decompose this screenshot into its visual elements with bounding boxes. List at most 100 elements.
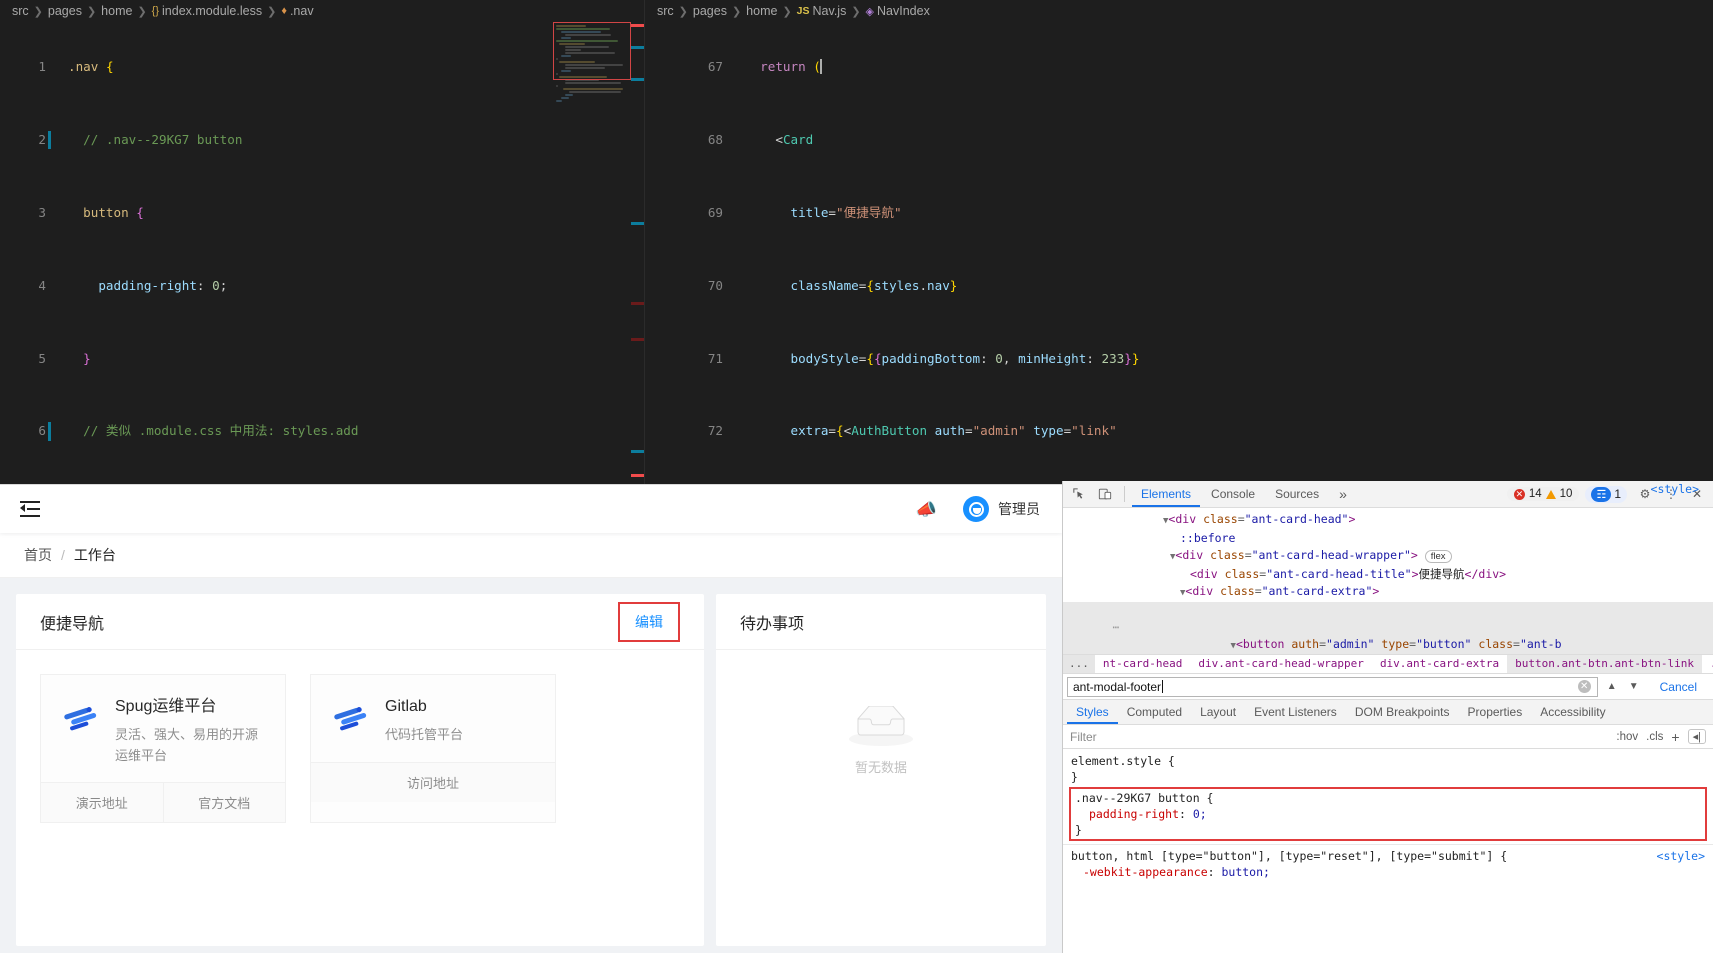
line-text[interactable]: title="便捷导航" [745, 204, 1713, 222]
dom-node-selected[interactable]: ⋯ ▼<button auth="admin" type="button" cl… [1063, 602, 1713, 654]
breadcrumb-item-symbol[interactable]: NavIndex [877, 4, 930, 18]
style-rule-element[interactable]: element.style { [1063, 753, 1713, 769]
dom-node[interactable]: ▼<div class="ant-card-head"> [1063, 511, 1713, 530]
line-text[interactable]: <Card [745, 131, 1713, 149]
gutter[interactable] [46, 277, 68, 295]
breadcrumb-item-pages[interactable]: pages [693, 4, 727, 18]
breadcrumb-overflow[interactable]: ... [1063, 655, 1095, 673]
gutter[interactable] [46, 350, 68, 368]
dom-node-pseudo[interactable]: ::before [1063, 530, 1713, 547]
search-input[interactable]: ant-modal-footer ✕ [1067, 676, 1598, 697]
nav-item-action[interactable]: 官方文档 [162, 783, 286, 823]
breadcrumb-home[interactable]: 首页 [24, 545, 52, 565]
style-source[interactable]: <style> [1657, 848, 1705, 864]
breadcrumb-item-file[interactable]: index.module.less [162, 4, 262, 18]
code-line[interactable]: 71 bodyStyle={{paddingBottom: 0, minHeig… [645, 350, 1713, 368]
code-line[interactable]: 1 .nav { [0, 58, 645, 76]
style-rule-highlighted[interactable]: .nav--29KG7 button { <style> padding-rig… [1069, 482, 1707, 841]
breadcrumb-node-card-extra[interactable]: div.ant-card-extra [1371, 655, 1508, 673]
tab-sources[interactable]: Sources [1266, 481, 1328, 507]
dom-node[interactable]: ▼<div class="ant-card-head-wrapper"> fle… [1063, 547, 1713, 566]
breadcrumb-right[interactable]: src ❯ pages ❯ home ❯ JS Nav.js ❯ ◈ NavIn… [645, 0, 1713, 22]
gutter[interactable] [46, 58, 68, 76]
styles-pane[interactable]: element.style { } .nav--29KG7 button { <… [1063, 482, 1713, 880]
find-next-icon[interactable]: ▼ [1626, 681, 1642, 692]
gutter[interactable] [723, 350, 745, 368]
gutter[interactable] [723, 277, 745, 295]
issue-counters[interactable]: ✕ 14 10 [1506, 487, 1580, 501]
breadcrumb-node-button[interactable]: button.ant-btn.ant-btn-link [1507, 655, 1702, 673]
line-text[interactable]: className={styles.nav} [745, 277, 1713, 295]
code-line[interactable]: 5 } [0, 350, 645, 368]
code-line[interactable]: 70 className={styles.nav} [645, 277, 1713, 295]
style-property[interactable]: padding-right [1089, 807, 1179, 821]
nav-item-card[interactable]: Spug运维平台 灵活、强大、易用的开源运维平台 演示地址 官方文档 [40, 674, 286, 824]
subtab-layout[interactable]: Layout [1191, 700, 1245, 724]
device-toolbar-icon[interactable] [1093, 483, 1117, 505]
cls-toggle[interactable]: .cls [1646, 731, 1663, 743]
breadcrumb-left[interactable]: src ❯ pages ❯ home ❯ {} index.module.les… [0, 0, 645, 22]
breadcrumb-item-file[interactable]: Nav.js [813, 4, 847, 18]
style-property[interactable]: -webkit-appearance [1083, 865, 1208, 879]
tab-elements[interactable]: Elements [1132, 481, 1201, 507]
edit-button[interactable]: 编辑 [626, 608, 672, 636]
avatar[interactable] [963, 496, 989, 522]
code-line[interactable]: 72 extra={<AuthButton auth="admin" type=… [645, 422, 1713, 440]
gutter[interactable] [46, 131, 68, 150]
code-line[interactable]: 67 return ( [645, 58, 1713, 76]
subtab-computed[interactable]: Computed [1118, 700, 1191, 724]
line-text[interactable]: extra={<AuthButton auth="admin" type="li… [745, 422, 1713, 440]
cancel-button[interactable]: Cancel [1648, 680, 1709, 694]
subtab-event-listeners[interactable]: Event Listeners [1245, 700, 1346, 724]
code-line[interactable]: 3 button { [0, 204, 645, 222]
subtab-dom-breakpoints[interactable]: DOM Breakpoints [1346, 700, 1459, 724]
dom-node[interactable]: <div class="ant-card-head-title">便捷导航</d… [1063, 566, 1713, 583]
style-rule-ua[interactable]: button, html [type="button"], [type="res… [1063, 844, 1713, 864]
nav-item-action[interactable]: 演示地址 [41, 783, 163, 822]
code-line[interactable]: 2 // .nav--29KG7 button [0, 131, 645, 150]
code-line[interactable]: 69 title="便捷导航" [645, 204, 1713, 222]
toggle-element-state-icon[interactable]: ◂| [1687, 729, 1706, 744]
nav-item-action[interactable]: 访问地址 [311, 763, 555, 802]
new-style-rule-icon[interactable]: + [1671, 729, 1679, 745]
style-declaration[interactable]: padding-right: 0; [1075, 806, 1701, 822]
style-selector-row[interactable]: .nav--29KG7 button { <style> [1075, 482, 1701, 806]
subtab-styles[interactable]: Styles [1067, 700, 1118, 724]
dom-tree[interactable]: ▼<div class="ant-card-head"> ::before ▼<… [1063, 508, 1713, 654]
hov-toggle[interactable]: :hov [1616, 731, 1638, 743]
tab-console[interactable]: Console [1202, 481, 1264, 507]
code-line[interactable]: 68 <Card [645, 131, 1713, 149]
style-declaration[interactable]: -webkit-appearance: button; [1063, 864, 1713, 880]
dom-breadcrumb[interactable]: ... nt-card-head div.ant-card-head-wrapp… [1063, 654, 1713, 674]
clear-icon[interactable]: ✕ [1577, 680, 1591, 693]
filter-input[interactable]: Filter [1070, 730, 1097, 744]
message-counter[interactable]: ☶ 1 [1585, 485, 1627, 503]
breadcrumb-item-pages[interactable]: pages [48, 4, 82, 18]
gutter[interactable] [723, 58, 745, 76]
gutter[interactable] [46, 422, 68, 441]
gutter[interactable] [723, 422, 745, 440]
code-line[interactable]: 6 // 类似 .module.css 中用法: styles.add [0, 422, 645, 441]
breadcrumb-item-home[interactable]: home [746, 4, 777, 18]
breadcrumb-item-src[interactable]: src [12, 4, 29, 18]
flex-badge[interactable]: flex [1424, 550, 1452, 563]
subtab-accessibility[interactable]: Accessibility [1531, 700, 1614, 724]
find-prev-icon[interactable]: ▲ [1604, 681, 1620, 692]
tab-overflow-icon[interactable]: » [1330, 481, 1356, 507]
gutter[interactable] [46, 204, 68, 222]
bell-icon[interactable]: 📣 [916, 501, 937, 518]
line-text[interactable]: bodyStyle={{paddingBottom: 0, minHeight:… [745, 350, 1713, 368]
breadcrumb-node-head-wrapper[interactable]: div.ant-card-head-wrapper [1190, 655, 1372, 673]
subtab-properties[interactable]: Properties [1459, 700, 1532, 724]
dom-node[interactable]: ▼<div class="ant-card-extra"> [1063, 583, 1713, 602]
line-text[interactable]: return ( [745, 58, 1713, 76]
style-value[interactable]: 0; [1193, 807, 1207, 821]
inspect-icon[interactable] [1067, 483, 1091, 505]
code-line[interactable]: 4 padding-right: 0; [0, 277, 645, 295]
breadcrumb-item-src[interactable]: src [657, 4, 674, 18]
user-menu[interactable]: 管理员 [963, 496, 1040, 522]
breadcrumb-item-home[interactable]: home [101, 4, 132, 18]
style-source[interactable]: <style> [1651, 481, 1699, 497]
breadcrumb-overflow-end[interactable]: ... [1701, 655, 1713, 673]
breadcrumb-item-symbol[interactable]: .nav [290, 4, 314, 18]
